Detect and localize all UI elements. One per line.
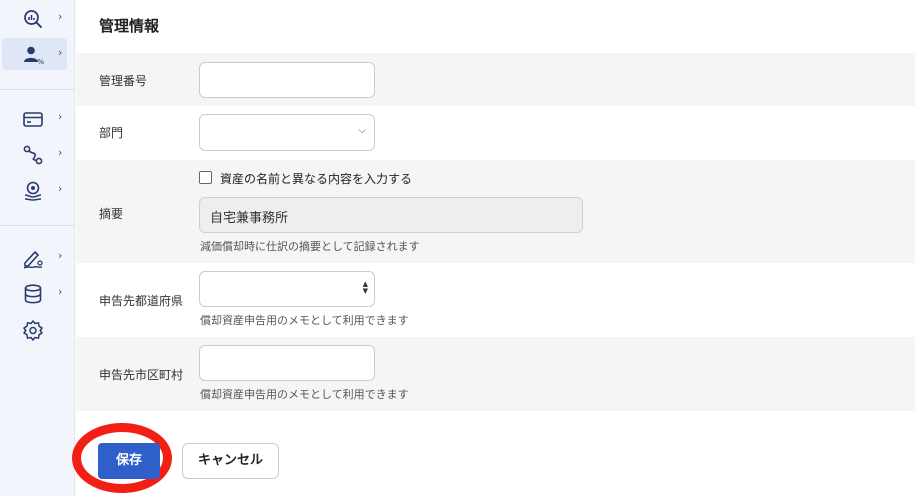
sidebar-item-asset[interactable]: › <box>2 174 67 206</box>
row-prefecture: 申告先都道府県 ▲ ▼ 償却資産申告用のメモとして利用できます <box>76 263 915 337</box>
chevron-down-icon: ⌵ <box>358 125 366 136</box>
row-department: 部門 ⌵ <box>76 106 915 160</box>
sidebar-divider <box>0 225 75 226</box>
analytics-search-icon <box>24 10 42 28</box>
user-percent-icon: % <box>24 46 45 66</box>
management-number-input[interactable] <box>199 62 375 98</box>
prefecture-hint: 償却資産申告用のメモとして利用できます <box>200 314 409 327</box>
sidebar-item-database[interactable]: › <box>2 277 67 309</box>
section-title: 管理情報 <box>99 17 160 35</box>
checkbox-label: 資産の名前と異なる内容を入力する <box>220 172 413 186</box>
row-management-number: 管理番号 <box>76 53 915 106</box>
sidebar-item-route[interactable]: › <box>2 138 67 170</box>
sidebar-item-user[interactable]: % › <box>2 38 67 70</box>
summary-label: 摘要 <box>99 207 124 221</box>
main-content: 管理情報 管理番号 部門 ⌵ 資産の名前と異なる内容を入力する 摘要 自宅兼事務… <box>72 0 915 496</box>
prefecture-select[interactable]: ▲ ▼ <box>199 271 375 307</box>
summary-value: 自宅兼事務所 <box>210 211 289 226</box>
row-municipality: 申告先市区町村 償却資産申告用のメモとして利用できます <box>76 337 915 411</box>
chevron-right-icon: › <box>58 146 63 159</box>
municipality-hint: 償却資産申告用のメモとして利用できます <box>200 388 409 401</box>
department-label: 部門 <box>99 126 124 140</box>
route-icon <box>23 145 43 165</box>
sidebar-item-card[interactable]: › <box>2 102 67 134</box>
sidebar-item-signature[interactable]: › <box>2 241 67 273</box>
asset-gear-icon <box>24 181 42 201</box>
chevron-right-icon: › <box>58 182 63 195</box>
chevron-right-icon: › <box>58 249 63 262</box>
sidebar-item-analytics[interactable]: › <box>2 2 67 34</box>
municipality-label: 申告先市区町村 <box>99 368 184 382</box>
sidebar-item-settings[interactable] <box>2 313 67 345</box>
database-icon <box>24 284 42 304</box>
chevron-right-icon: › <box>58 285 63 298</box>
sidebar: › % › › › › › › <box>0 0 75 496</box>
save-button[interactable]: 保存 <box>98 443 160 479</box>
sidebar-divider <box>0 89 75 90</box>
chevron-right-icon: › <box>58 10 63 23</box>
different-content-checkbox[interactable] <box>199 171 212 184</box>
chevron-right-icon: › <box>58 46 63 59</box>
summary-input[interactable]: 自宅兼事務所 <box>199 197 583 233</box>
summary-hint: 減価償却時に仕訳の摘要として記録されます <box>200 240 420 253</box>
chevron-right-icon: › <box>58 110 63 123</box>
spinner-arrows-icon: ▲ ▼ <box>362 280 368 295</box>
management-number-label: 管理番号 <box>99 74 148 88</box>
department-select[interactable]: ⌵ <box>199 114 375 151</box>
svg-text:%: % <box>38 58 45 66</box>
credit-card-icon <box>23 112 43 127</box>
settings-gear-icon <box>23 320 43 341</box>
row-summary: 資産の名前と異なる内容を入力する 摘要 自宅兼事務所 減価償却時に仕訳の摘要とし… <box>76 160 915 263</box>
signature-icon <box>23 251 43 269</box>
prefecture-label: 申告先都道府県 <box>99 294 184 308</box>
cancel-button[interactable]: キャンセル <box>182 443 279 479</box>
form-footer: 保存 キャンセル <box>72 411 915 496</box>
municipality-input[interactable] <box>199 345 375 381</box>
